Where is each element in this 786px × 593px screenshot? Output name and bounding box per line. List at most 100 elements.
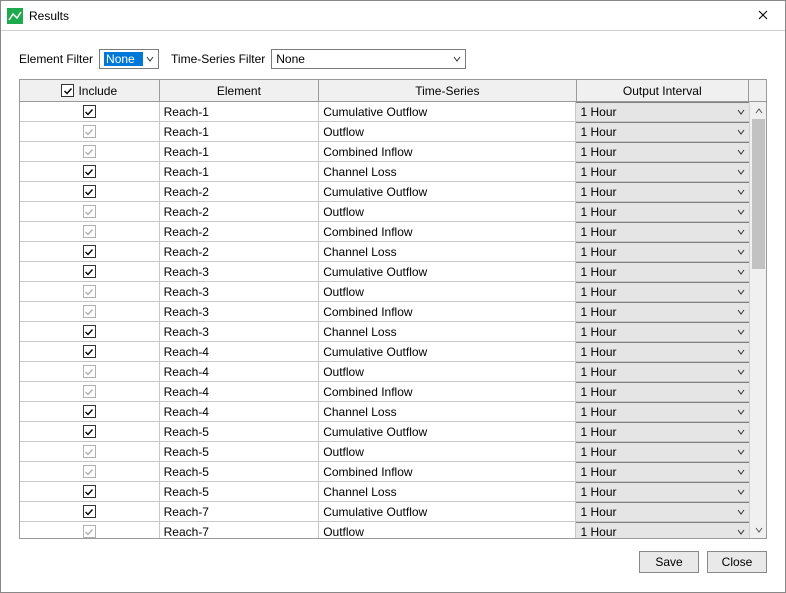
chevron-down-icon xyxy=(735,529,747,535)
table-row: Reach-1Outflow1 Hour xyxy=(20,122,749,142)
scroll-up-button[interactable] xyxy=(750,102,766,119)
header-element[interactable]: Element xyxy=(160,80,320,101)
cell-timeseries: Cumulative Outflow xyxy=(319,502,576,521)
output-interval-dropdown[interactable]: 1 Hour xyxy=(576,102,749,121)
table-row: Reach-1Combined Inflow1 Hour xyxy=(20,142,749,162)
cell-element: Reach-2 xyxy=(160,222,320,241)
header-output-interval[interactable]: Output Interval xyxy=(577,80,750,101)
cell-timeseries: Combined Inflow xyxy=(319,382,576,401)
output-interval-dropdown[interactable]: 1 Hour xyxy=(576,402,749,421)
cell-element: Reach-4 xyxy=(160,362,320,381)
cell-element: Reach-4 xyxy=(160,382,320,401)
include-checkbox xyxy=(83,205,96,218)
scroll-thumb[interactable] xyxy=(752,119,765,269)
output-interval-value: 1 Hour xyxy=(580,105,616,119)
output-interval-value: 1 Hour xyxy=(580,385,616,399)
chevron-down-icon xyxy=(735,329,747,335)
cell-include xyxy=(20,302,160,321)
scroll-down-button[interactable] xyxy=(750,521,766,538)
output-interval-value: 1 Hour xyxy=(580,325,616,339)
timeseries-filter-label: Time-Series Filter xyxy=(171,52,265,66)
header-timeseries[interactable]: Time-Series xyxy=(319,80,576,101)
include-checkbox[interactable] xyxy=(83,345,96,358)
cell-include xyxy=(20,502,160,521)
output-interval-value: 1 Hour xyxy=(580,365,616,379)
output-interval-dropdown[interactable]: 1 Hour xyxy=(576,182,749,201)
table-row: Reach-4Outflow1 Hour xyxy=(20,362,749,382)
output-interval-dropdown[interactable]: 1 Hour xyxy=(576,302,749,321)
cell-include xyxy=(20,162,160,181)
close-button[interactable]: Close xyxy=(707,551,767,573)
output-interval-dropdown[interactable]: 1 Hour xyxy=(576,462,749,481)
chevron-down-icon xyxy=(735,229,747,235)
timeseries-filter-dropdown[interactable]: None xyxy=(271,49,466,69)
cell-include xyxy=(20,182,160,201)
include-checkbox[interactable] xyxy=(83,425,96,438)
cell-element: Reach-7 xyxy=(160,502,320,521)
include-checkbox[interactable] xyxy=(83,265,96,278)
output-interval-dropdown[interactable]: 1 Hour xyxy=(576,482,749,501)
cell-timeseries: Channel Loss xyxy=(319,402,576,421)
output-interval-dropdown[interactable]: 1 Hour xyxy=(576,162,749,181)
include-checkbox xyxy=(83,125,96,138)
output-interval-value: 1 Hour xyxy=(580,185,616,199)
chevron-down-icon xyxy=(735,149,747,155)
output-interval-dropdown[interactable]: 1 Hour xyxy=(576,262,749,281)
output-interval-dropdown[interactable]: 1 Hour xyxy=(576,142,749,161)
cell-include xyxy=(20,122,160,141)
include-checkbox xyxy=(83,365,96,378)
output-interval-dropdown[interactable]: 1 Hour xyxy=(576,342,749,361)
cell-timeseries: Channel Loss xyxy=(319,162,576,181)
cell-timeseries: Cumulative Outflow xyxy=(319,182,576,201)
include-checkbox[interactable] xyxy=(83,405,96,418)
cell-include xyxy=(20,462,160,481)
include-checkbox[interactable] xyxy=(83,105,96,118)
cell-element: Reach-3 xyxy=(160,282,320,301)
cell-include xyxy=(20,322,160,341)
cell-include xyxy=(20,482,160,501)
output-interval-dropdown[interactable]: 1 Hour xyxy=(576,382,749,401)
output-interval-dropdown[interactable]: 1 Hour xyxy=(576,282,749,301)
output-interval-dropdown[interactable]: 1 Hour xyxy=(576,502,749,521)
vertical-scrollbar[interactable] xyxy=(749,102,766,538)
results-table: Include Element Time-Series Output Inter… xyxy=(19,79,767,539)
chevron-down-icon xyxy=(735,109,747,115)
output-interval-dropdown[interactable]: 1 Hour xyxy=(576,222,749,241)
chevron-down-icon xyxy=(735,369,747,375)
cell-include xyxy=(20,282,160,301)
include-checkbox[interactable] xyxy=(83,245,96,258)
output-interval-dropdown[interactable]: 1 Hour xyxy=(576,362,749,381)
table-row: Reach-7Outflow1 Hour xyxy=(20,522,749,538)
cell-timeseries: Outflow xyxy=(319,282,576,301)
cell-timeseries: Outflow xyxy=(319,442,576,461)
output-interval-dropdown[interactable]: 1 Hour xyxy=(576,442,749,461)
element-filter-dropdown[interactable]: None xyxy=(99,49,159,69)
cell-include xyxy=(20,422,160,441)
include-checkbox[interactable] xyxy=(83,185,96,198)
include-checkbox[interactable] xyxy=(83,325,96,338)
output-interval-dropdown[interactable]: 1 Hour xyxy=(576,202,749,221)
include-checkbox[interactable] xyxy=(83,165,96,178)
table-row: Reach-4Cumulative Outflow1 Hour xyxy=(20,342,749,362)
output-interval-dropdown[interactable]: 1 Hour xyxy=(576,322,749,341)
cell-include xyxy=(20,342,160,361)
cell-include xyxy=(20,382,160,401)
window-close-button[interactable] xyxy=(740,1,785,31)
cell-timeseries: Outflow xyxy=(319,122,576,141)
table-row: Reach-3Combined Inflow1 Hour xyxy=(20,302,749,322)
cell-include xyxy=(20,262,160,281)
include-all-checkbox[interactable] xyxy=(61,84,74,97)
save-button[interactable]: Save xyxy=(639,551,699,573)
include-checkbox[interactable] xyxy=(83,505,96,518)
cell-timeseries: Channel Loss xyxy=(319,482,576,501)
output-interval-dropdown[interactable]: 1 Hour xyxy=(576,242,749,261)
output-interval-dropdown[interactable]: 1 Hour xyxy=(576,122,749,141)
cell-timeseries: Cumulative Outflow xyxy=(319,342,576,361)
cell-element: Reach-4 xyxy=(160,342,320,361)
chevron-down-icon xyxy=(735,189,747,195)
output-interval-dropdown[interactable]: 1 Hour xyxy=(576,522,749,538)
output-interval-dropdown[interactable]: 1 Hour xyxy=(576,422,749,441)
include-checkbox[interactable] xyxy=(83,485,96,498)
output-interval-value: 1 Hour xyxy=(580,525,616,538)
cell-timeseries: Combined Inflow xyxy=(319,302,576,321)
